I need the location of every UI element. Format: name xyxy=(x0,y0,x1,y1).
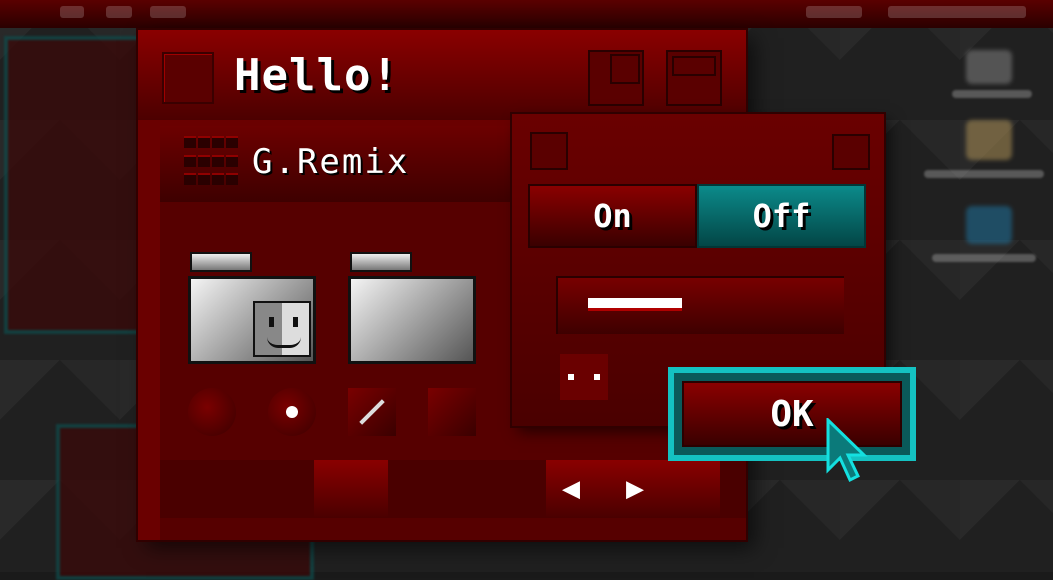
slider-fill xyxy=(588,298,682,311)
menu-clock-blur xyxy=(806,6,862,18)
radio-selected[interactable] xyxy=(268,388,316,436)
grid-icon xyxy=(184,136,240,190)
toggle-off[interactable]: Off xyxy=(697,184,866,248)
arrow-right-icon[interactable]: ▶ xyxy=(626,472,644,506)
desktop-drive-icon[interactable] xyxy=(966,50,1012,84)
ok-button[interactable]: OK xyxy=(668,367,916,461)
pencil-button[interactable] xyxy=(348,388,396,436)
menu-item-blur[interactable] xyxy=(150,6,186,18)
horizontal-scrollbar[interactable]: ◀ ▶ xyxy=(160,460,746,518)
desktop-icon-label xyxy=(924,170,1044,178)
finder-face-icon xyxy=(253,301,311,357)
checkbox[interactable] xyxy=(428,388,476,436)
pencil-icon xyxy=(359,399,385,425)
dialog-close-box[interactable] xyxy=(530,132,568,170)
desktop-icon-label xyxy=(952,90,1032,98)
scroll-thumb[interactable] xyxy=(314,460,388,518)
finder-folder[interactable] xyxy=(188,276,316,364)
close-box[interactable] xyxy=(162,52,214,104)
on-off-toggle: On Off xyxy=(528,184,866,248)
dialog-collapse-box[interactable] xyxy=(832,134,870,170)
title-bar[interactable]: Hello! xyxy=(138,30,746,120)
arrow-left-icon[interactable]: ◀ xyxy=(562,472,580,506)
folder-tab xyxy=(350,252,412,272)
mouse-pointer-icon xyxy=(826,418,868,483)
collapse-box[interactable] xyxy=(666,50,722,106)
empty-folder[interactable] xyxy=(348,276,476,364)
scroll-arrows[interactable]: ◀ ▶ xyxy=(546,460,720,518)
slider[interactable] xyxy=(556,276,844,334)
menu-status-blur xyxy=(888,6,1026,18)
menu-item-blur[interactable] xyxy=(60,6,84,18)
menu-bar xyxy=(0,0,1053,28)
window-title: Hello! xyxy=(234,50,399,101)
radio-unselected[interactable] xyxy=(188,388,236,436)
theme-header: G.Remix xyxy=(160,126,520,202)
desktop-disk-icon[interactable] xyxy=(966,120,1012,160)
menu-item-blur[interactable] xyxy=(106,6,132,18)
small-toggle[interactable] xyxy=(560,354,608,400)
toggle-on[interactable]: On xyxy=(528,184,697,248)
zoom-box[interactable] xyxy=(588,50,644,106)
desktop-icon-label xyxy=(932,254,1036,262)
theme-name: G.Remix xyxy=(252,142,410,182)
desktop-folder-icon[interactable] xyxy=(966,206,1012,244)
folder-tab xyxy=(190,252,252,272)
